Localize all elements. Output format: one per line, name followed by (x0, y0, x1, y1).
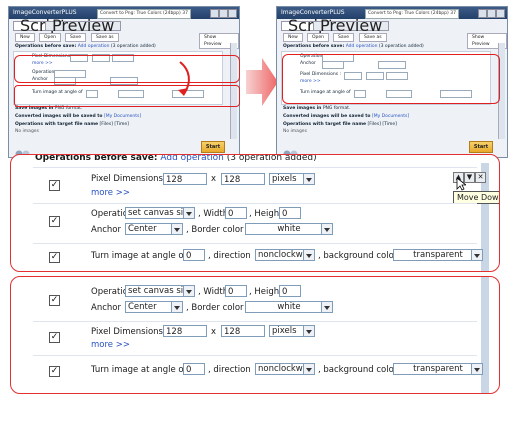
anchor-select[interactable]: Center (125, 223, 183, 235)
border-color-select[interactable]: white (245, 301, 333, 313)
zoom-before-panel: Operations before save: Add operation (3… (10, 154, 500, 272)
enable-checkbox[interactable]: ✓ (49, 332, 60, 343)
save-as-button[interactable]: Save as (91, 33, 119, 42)
bg-color-select[interactable]: transparent (393, 249, 483, 261)
more-link[interactable]: more >> (91, 340, 130, 350)
canvas-height-input[interactable]: 0 (279, 285, 301, 297)
enable-checkbox[interactable]: ✓ (49, 252, 60, 263)
canvas-width-input[interactable]: 0 (225, 285, 247, 297)
op-row-turn: ✓ Turn image at angle of 0 , direction n… (33, 355, 483, 386)
border-color-select[interactable]: white (245, 223, 333, 235)
tab-preview-after[interactable]: Preview (313, 18, 390, 34)
minimize-button[interactable] (210, 9, 219, 18)
units-select[interactable]: pixels (269, 325, 315, 337)
close-button[interactable] (228, 9, 237, 18)
enable-checkbox[interactable]: ✓ (49, 295, 60, 306)
move-arrow-icon (178, 61, 190, 96)
highlight-right (282, 54, 500, 104)
minimize-button[interactable] (478, 9, 487, 18)
enable-checkbox[interactable]: ✓ (49, 216, 60, 227)
operation-select[interactable]: set canvas size (125, 207, 195, 219)
tab-preview[interactable]: Preview (45, 18, 122, 34)
angle-input[interactable]: 0 (183, 363, 205, 375)
height-input[interactable]: 128 (221, 325, 265, 337)
enable-checkbox[interactable]: ✓ (49, 366, 60, 377)
remove-icon[interactable]: ✕ (475, 172, 486, 183)
new-button[interactable]: New (15, 33, 35, 42)
units-select[interactable]: pixels (269, 173, 315, 185)
anchor-select[interactable]: Center (125, 301, 183, 313)
save-as-button-after[interactable]: Save as (359, 33, 387, 42)
ops-header-zoom: Operations before save: Add operation (3… (35, 154, 317, 163)
op-row-canvas-size: ✓ Operation set canvas size , Width 0 , … (33, 283, 477, 319)
open-button-after[interactable]: Open (307, 33, 330, 42)
width-input[interactable]: 128 (163, 325, 207, 337)
op-row-pixel-dimensions: ✓ Pixel Dimensions : 128 x 128 pixels mo… (33, 167, 486, 202)
canvas-width-input[interactable]: 0 (225, 207, 247, 219)
width-input[interactable]: 128 (163, 173, 207, 185)
op-row-pixel-dimensions: ✓ Pixel Dimensions : 128 x 128 pixels mo… (33, 321, 477, 354)
highlight-left (14, 55, 240, 83)
save-button-after[interactable]: Save (333, 33, 355, 42)
save-button[interactable]: Save (65, 33, 87, 42)
app-title: ImageConverterPLUS (13, 9, 77, 16)
ops-header: Operations before save: Add operation (3… (15, 44, 156, 49)
transition-arrow-icon (246, 58, 278, 106)
cursor-icon (456, 177, 466, 191)
app-icons (15, 144, 31, 158)
maximize-button[interactable] (219, 9, 228, 18)
direction-select[interactable]: nonclockwise (255, 363, 315, 375)
more-link[interactable]: more >> (91, 188, 130, 198)
close-button[interactable] (496, 9, 505, 18)
direction-select[interactable]: nonclockwise (255, 249, 315, 261)
start-button[interactable]: Start (201, 141, 225, 153)
start-button-after[interactable]: Start (469, 141, 493, 153)
open-button[interactable]: Open (39, 33, 62, 42)
new-button-after[interactable]: New (283, 33, 303, 42)
zoom-after-panel: ✓ Operation set canvas size , Width 0 , … (10, 276, 500, 394)
maximize-button[interactable] (487, 9, 496, 18)
op-row-canvas-size: ✓ Operation set canvas size , Width 0 , … (33, 203, 477, 242)
canvas-height-input[interactable]: 0 (279, 207, 301, 219)
angle-input[interactable]: 0 (183, 249, 205, 261)
highlight-left-2 (14, 85, 240, 107)
operation-select[interactable]: set canvas size (125, 285, 195, 297)
op-row-turn: ✓ Turn image at angle of 0 , direction n… (33, 243, 483, 270)
enable-checkbox[interactable]: ✓ (49, 180, 60, 191)
height-input[interactable]: 128 (221, 173, 265, 185)
add-operation-link[interactable]: Add operation (160, 155, 224, 163)
bg-color-select[interactable]: transparent (393, 363, 483, 375)
